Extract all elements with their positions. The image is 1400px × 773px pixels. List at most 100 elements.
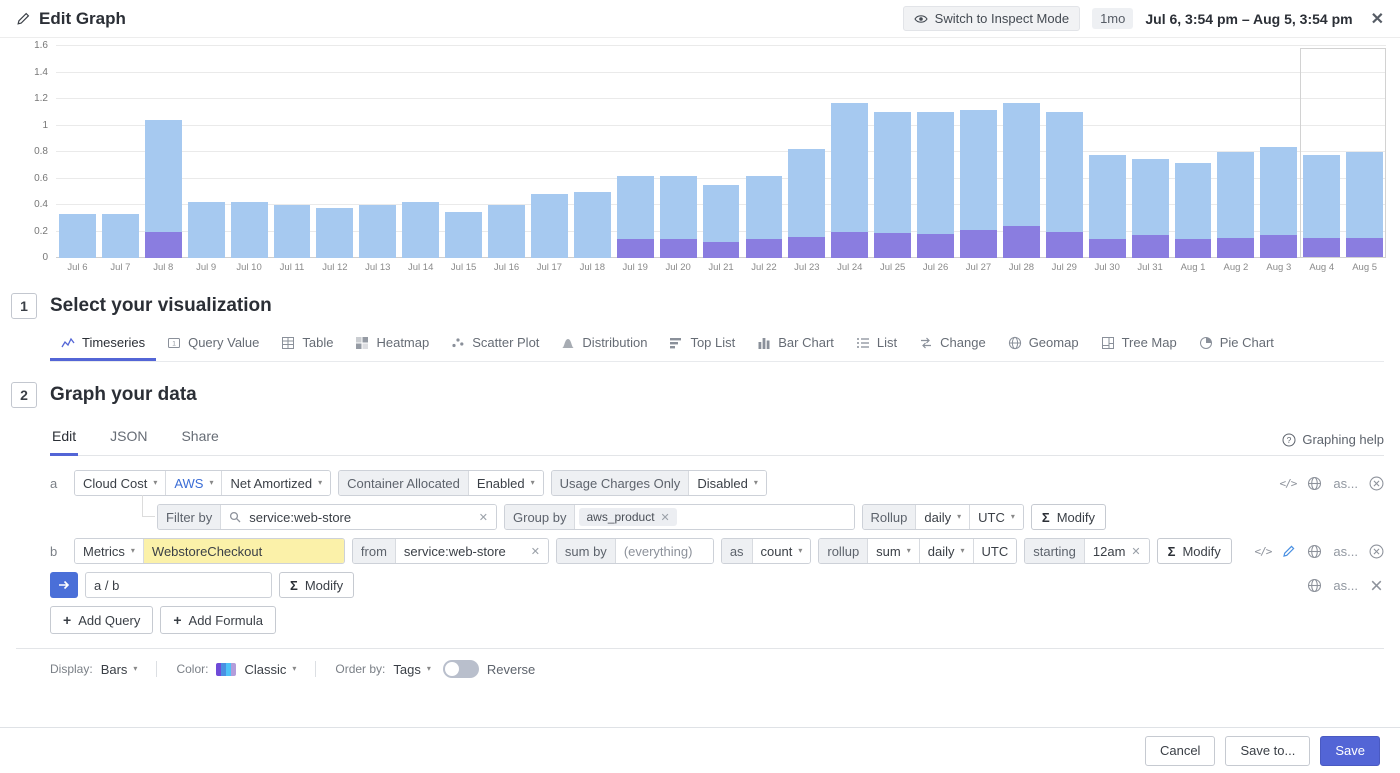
metric-name-input[interactable] (144, 539, 344, 563)
bar-jul-22[interactable] (743, 46, 786, 258)
viz-tab-distribution[interactable]: Distribution (550, 327, 658, 361)
as-count-dropdown[interactable]: count▾ (753, 539, 811, 563)
bar-aug-5[interactable] (1343, 46, 1386, 258)
add-query-button[interactable]: + Add Query (50, 606, 153, 634)
viz-tab-change[interactable]: Change (908, 327, 997, 361)
viz-tab-pie-chart[interactable]: Pie Chart (1188, 327, 1285, 361)
remove-query-icon[interactable] (1369, 544, 1384, 559)
add-formula-button[interactable]: + Add Formula (160, 606, 276, 634)
timezone-dropdown[interactable]: UTC (974, 539, 1017, 563)
sum-by-box[interactable]: (everything) (616, 539, 713, 563)
provider-dropdown[interactable]: AWS▾ (166, 471, 222, 495)
globe-icon[interactable] (1307, 578, 1322, 593)
close-icon[interactable]: ✕ (1371, 9, 1384, 29)
time-range-badge[interactable]: 1mo (1092, 8, 1133, 29)
bar-jul-28[interactable] (1000, 46, 1043, 258)
chart-plot-area[interactable]: 00.20.40.60.811.21.41.6 (56, 46, 1386, 258)
bar-aug-1[interactable] (1172, 46, 1215, 258)
filter-input[interactable] (247, 509, 473, 526)
display-type-dropdown[interactable]: Bars▾ (101, 662, 138, 677)
clear-filter-icon[interactable]: ✕ (479, 511, 488, 524)
container-allocated-dropdown[interactable]: Enabled▾ (469, 471, 543, 495)
bar-jul-11[interactable] (271, 46, 314, 258)
bar-jul-29[interactable] (1043, 46, 1086, 258)
bar-jul-26[interactable] (914, 46, 957, 258)
from-filter-box[interactable]: service:web-store ✕ (396, 539, 548, 563)
alias-as-link[interactable]: as... (1333, 578, 1358, 593)
remove-tag-icon[interactable]: ✕ (661, 511, 670, 524)
bar-jul-6[interactable] (56, 46, 99, 258)
code-icon[interactable]: </> (1255, 545, 1272, 558)
modify-button[interactable]: Σ Modify (279, 572, 354, 598)
bar-jul-19[interactable] (614, 46, 657, 258)
viz-tab-top-list[interactable]: Top List (658, 327, 746, 361)
switch-inspect-mode-button[interactable]: Switch to Inspect Mode (903, 6, 1080, 31)
rollup-interval-dropdown[interactable]: daily▾ (916, 505, 970, 529)
bar-jul-21[interactable] (700, 46, 743, 258)
tab-share[interactable]: Share (179, 422, 220, 456)
viz-tab-timeseries[interactable]: Timeseries (50, 327, 156, 361)
clear-starting-icon[interactable]: ✕ (1131, 545, 1140, 558)
cost-type-dropdown[interactable]: Net Amortized▾ (222, 471, 330, 495)
data-source-dropdown[interactable]: Metrics▾ (75, 539, 144, 563)
viz-tab-list[interactable]: List (845, 327, 908, 361)
graphing-help-link[interactable]: ? Graphing help (1282, 432, 1384, 455)
bar-jul-31[interactable] (1129, 46, 1172, 258)
bar-jul-12[interactable] (313, 46, 356, 258)
bar-jul-7[interactable] (99, 46, 142, 258)
graph-formula-button[interactable] (50, 572, 78, 598)
group-tag[interactable]: aws_product ✕ (579, 508, 676, 526)
group-by-box[interactable]: aws_product ✕ (575, 505, 853, 529)
usage-charges-dropdown[interactable]: Disabled▾ (689, 471, 766, 495)
bar-jul-23[interactable] (785, 46, 828, 258)
bar-jul-16[interactable] (485, 46, 528, 258)
data-source-dropdown[interactable]: Cloud Cost▾ (75, 471, 166, 495)
bar-jul-18[interactable] (571, 46, 614, 258)
viz-tab-heatmap[interactable]: Heatmap (344, 327, 440, 361)
color-palette-dropdown[interactable]: Classic▾ (244, 662, 296, 677)
viz-tab-table[interactable]: Table (270, 327, 344, 361)
viz-tab-tree-map[interactable]: Tree Map (1090, 327, 1188, 361)
modify-button[interactable]: Σ Modify (1157, 538, 1232, 564)
remove-query-icon[interactable] (1369, 476, 1384, 491)
globe-icon[interactable] (1307, 544, 1322, 559)
time-range-text[interactable]: Jul 6, 3:54 pm – Aug 5, 3:54 pm (1145, 11, 1352, 27)
globe-icon[interactable] (1307, 476, 1322, 491)
bar-jul-27[interactable] (957, 46, 1000, 258)
bar-jul-20[interactable] (657, 46, 700, 258)
bar-jul-10[interactable] (228, 46, 271, 258)
reverse-toggle[interactable] (443, 660, 479, 678)
viz-tab-query-value[interactable]: 1 Query Value (156, 327, 270, 361)
bar-jul-8[interactable] (142, 46, 185, 258)
rollup-fn-dropdown[interactable]: sum▾ (868, 539, 920, 563)
viz-tab-bar-chart[interactable]: Bar Chart (746, 327, 845, 361)
tab-edit[interactable]: Edit (50, 422, 78, 456)
bar-jul-30[interactable] (1086, 46, 1129, 258)
timezone-dropdown[interactable]: UTC▾ (970, 505, 1023, 529)
tab-json[interactable]: JSON (108, 422, 149, 456)
bar-jul-25[interactable] (871, 46, 914, 258)
bar-aug-2[interactable] (1214, 46, 1257, 258)
alias-as-link[interactable]: as... (1333, 476, 1358, 491)
save-button[interactable]: Save (1320, 736, 1380, 766)
bar-aug-4[interactable] (1300, 46, 1343, 258)
viz-tab-scatter-plot[interactable]: Scatter Plot (440, 327, 550, 361)
bar-aug-3[interactable] (1257, 46, 1300, 258)
filter-search-box[interactable]: ✕ (221, 505, 496, 529)
bar-jul-24[interactable] (828, 46, 871, 258)
code-icon[interactable]: </> (1280, 477, 1297, 490)
bar-jul-14[interactable] (399, 46, 442, 258)
modify-button[interactable]: Σ Modify (1031, 504, 1106, 530)
save-to-button[interactable]: Save to... (1225, 736, 1310, 766)
bar-jul-9[interactable] (185, 46, 228, 258)
bar-jul-17[interactable] (528, 46, 571, 258)
formula-input[interactable] (85, 572, 272, 598)
pencil-icon[interactable] (1282, 544, 1296, 558)
rollup-interval-dropdown[interactable]: daily▾ (920, 539, 974, 563)
remove-formula-icon[interactable] (1369, 578, 1384, 593)
bar-jul-13[interactable] (356, 46, 399, 258)
clear-from-icon[interactable]: ✕ (531, 545, 540, 558)
order-by-dropdown[interactable]: Tags▾ (393, 662, 430, 677)
bar-jul-15[interactable] (442, 46, 485, 258)
cancel-button[interactable]: Cancel (1145, 736, 1215, 766)
